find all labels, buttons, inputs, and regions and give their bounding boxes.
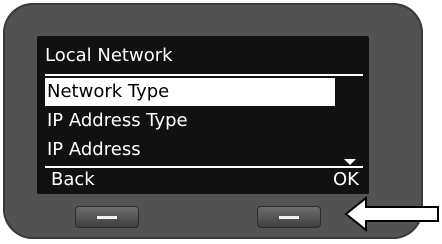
minus-icon [279,216,299,219]
back-button[interactable] [75,206,139,228]
phone-illustration: Local Network Network Type IP Address Ty… [0,0,442,244]
menu-item-network-type[interactable]: Network Type [45,78,335,106]
display-screen: Local Network Network Type IP Address Ty… [37,36,369,194]
ok-softkey-label: OK [333,169,359,190]
chevron-down-icon [344,159,356,165]
softkey-label-bar: Back OK [37,166,369,194]
menu-item-ip-address-type[interactable]: IP Address Type [45,107,335,135]
title-divider [45,74,363,76]
screen-title: Local Network [45,45,173,66]
back-softkey-label: Back [51,169,95,190]
menu-item-ip-address[interactable]: IP Address [45,136,335,164]
ok-button[interactable] [257,206,321,228]
arrow-left-icon [344,196,439,232]
minus-icon [97,216,117,219]
